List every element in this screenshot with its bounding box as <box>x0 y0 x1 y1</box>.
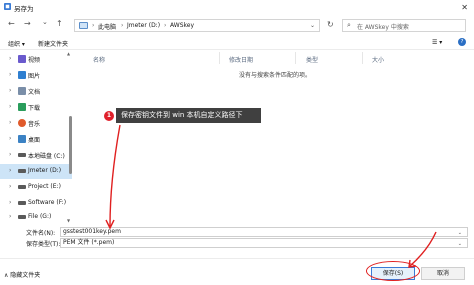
sidebar-item-label: Software (F:) <box>28 199 67 206</box>
command-bar: 组织 ▾ 新建文件夹 ☰ ▾ ? <box>0 36 474 50</box>
filetype-label: 保存类型(T): <box>26 241 61 248</box>
sidebar-item-drive-g[interactable]: › File (G:) <box>0 210 72 225</box>
back-arrow-icon[interactable]: ← <box>8 19 15 28</box>
breadcrumb-awskey[interactable]: AWSkey <box>170 22 194 29</box>
expand-chevron-icon[interactable]: › <box>9 135 11 142</box>
sidebar-item-downloads[interactable]: › 下载 <box>0 100 72 115</box>
address-row: ← → ⌄ ↑ › 此电脑 › Jmeter (D:) › AWSkey ⌄ ↻… <box>0 14 474 36</box>
filetype-select[interactable]: PEM 文件 (*.pem) ⌄ <box>60 238 468 248</box>
column-divider[interactable] <box>219 52 220 64</box>
filename-label: 文件名(N): <box>26 230 56 237</box>
column-header-type[interactable]: 类型 <box>306 55 318 64</box>
sidebar-item-label: 下载 <box>28 105 41 112</box>
expand-chevron-icon[interactable]: › <box>9 87 11 94</box>
this-pc-icon <box>79 22 88 29</box>
sidebar-item-videos[interactable]: › 视频 <box>0 52 72 67</box>
filename-dropdown-icon[interactable]: ⌄ <box>458 229 462 237</box>
filetype-value: PEM 文件 (*.pem) <box>63 239 115 246</box>
address-dropdown-icon[interactable]: ⌄ <box>310 22 315 29</box>
expand-chevron-icon[interactable]: › <box>9 55 11 62</box>
expand-chevron-icon[interactable]: › <box>9 103 11 110</box>
column-header-modified[interactable]: 修改日期 <box>229 55 253 64</box>
pictures-folder-icon <box>18 71 26 79</box>
sidebar-item-label: 视频 <box>28 57 41 64</box>
sidebar-item-desktop[interactable]: › 桌面 <box>0 132 72 147</box>
address-bar[interactable]: › 此电脑 › Jmeter (D:) › AWSkey ⌄ <box>74 19 320 32</box>
annotation-callout: 保存密钥文件到 win 本机自定义路径下 <box>116 108 261 123</box>
expand-chevron-icon[interactable]: › <box>9 71 11 78</box>
window-title: 另存为 <box>14 5 34 13</box>
annotation-badge: 1 <box>104 111 114 121</box>
column-header-size[interactable]: 大小 <box>372 55 384 64</box>
sidebar-scrollbar-thumb[interactable] <box>69 116 72 174</box>
expand-chevron-icon[interactable]: › <box>9 119 11 126</box>
sidebar-item-drive-f[interactable]: › Software (F:) <box>0 196 72 211</box>
sidebar-item-label: 本地磁盘 (C:) <box>28 153 65 160</box>
recent-locations-chevron-icon[interactable]: ⌄ <box>42 18 48 26</box>
scroll-up-arrow-icon[interactable]: ▲ <box>67 51 70 56</box>
desktop-folder-icon <box>18 135 26 143</box>
organize-menu[interactable]: 组织 ▾ <box>8 39 25 48</box>
file-list[interactable]: 名称 修改日期 类型 大小 没有与搜索条件匹配的项。 <box>77 50 474 226</box>
breadcrumb-this-pc[interactable]: 此电脑 <box>98 22 116 31</box>
scroll-down-arrow-icon[interactable]: ▼ <box>67 218 70 223</box>
search-icon: ⌕ <box>347 21 351 29</box>
video-folder-icon <box>18 55 26 63</box>
expand-chevron-icon[interactable]: › <box>9 199 11 206</box>
title-bar: 另存为 ✕ <box>0 0 474 14</box>
new-folder-button[interactable]: 新建文件夹 <box>38 39 68 48</box>
sidebar-item-drive-d[interactable]: › Jmeter (D:) <box>0 164 72 179</box>
search-placeholder: 在 AWSkey 中搜索 <box>357 24 409 31</box>
column-divider[interactable] <box>295 52 296 64</box>
music-folder-icon <box>18 119 26 127</box>
column-divider[interactable] <box>362 52 363 64</box>
sidebar-item-drive-c[interactable]: › 本地磁盘 (C:) <box>0 148 72 163</box>
sidebar-item-drive-e[interactable]: › Project (E:) <box>0 180 72 195</box>
drive-icon <box>18 201 26 205</box>
expand-chevron-icon[interactable]: › <box>9 167 11 174</box>
downloads-folder-icon <box>18 103 26 111</box>
close-icon[interactable]: ✕ <box>461 3 468 12</box>
navigation-pane: › 视频 › 图片 › 文档 › 下载 › 音乐 › 桌面 › 本地磁盘 (C:… <box>0 50 76 226</box>
breadcrumb-drive-d[interactable]: Jmeter (D:) <box>127 22 160 29</box>
save-form: 文件名(N): gsstest001key.pem ⌄ 保存类型(T): PEM… <box>0 226 474 250</box>
sidebar-item-label: Jmeter (D:) <box>28 167 62 174</box>
breadcrumb-separator-icon: › <box>92 22 95 29</box>
expand-chevron-icon[interactable]: › <box>9 151 11 158</box>
empty-folder-message: 没有与搜索条件匹配的项。 <box>239 72 312 79</box>
filename-field[interactable]: gsstest001key.pem ⌄ <box>60 227 468 237</box>
sidebar-item-pictures[interactable]: › 图片 <box>0 68 72 83</box>
sidebar-item-label: File (G:) <box>28 213 52 220</box>
refresh-icon[interactable]: ↻ <box>327 20 334 29</box>
breadcrumb-separator-icon: › <box>164 22 167 29</box>
sidebar-item-music[interactable]: › 音乐 <box>0 116 72 131</box>
cancel-button[interactable]: 取消 <box>421 267 465 280</box>
documents-folder-icon <box>18 87 26 95</box>
forward-arrow-icon[interactable]: → <box>24 19 31 28</box>
up-arrow-icon[interactable]: ↑ <box>56 19 63 28</box>
drive-icon <box>18 185 26 189</box>
sidebar-item-label: 文档 <box>28 89 41 96</box>
search-input[interactable]: ⌕ 在 AWSkey 中搜索 <box>342 19 466 32</box>
sidebar-item-label: 图片 <box>28 73 41 80</box>
filename-value: gsstest001key.pem <box>63 228 121 235</box>
sidebar-item-label: 音乐 <box>28 121 41 128</box>
expand-chevron-icon[interactable]: › <box>9 183 11 190</box>
view-options-icon[interactable]: ☰ ▾ <box>432 39 442 46</box>
column-header-name[interactable]: 名称 <box>93 55 105 64</box>
app-icon <box>4 3 11 10</box>
sidebar-item-label: Project (E:) <box>28 183 61 190</box>
help-icon[interactable]: ? <box>458 38 466 46</box>
sidebar-item-label: 桌面 <box>28 137 41 144</box>
expand-chevron-icon[interactable]: › <box>9 213 11 220</box>
hide-folders-toggle[interactable]: ∧ 隐藏文件夹 <box>4 270 40 279</box>
sidebar-item-documents[interactable]: › 文档 <box>0 84 72 99</box>
drive-icon <box>18 153 26 157</box>
breadcrumb-separator-icon: › <box>121 22 124 29</box>
filetype-dropdown-icon[interactable]: ⌄ <box>458 240 462 248</box>
drive-icon <box>18 169 26 173</box>
drive-icon <box>18 215 26 219</box>
save-button-highlight-circle <box>366 261 420 281</box>
